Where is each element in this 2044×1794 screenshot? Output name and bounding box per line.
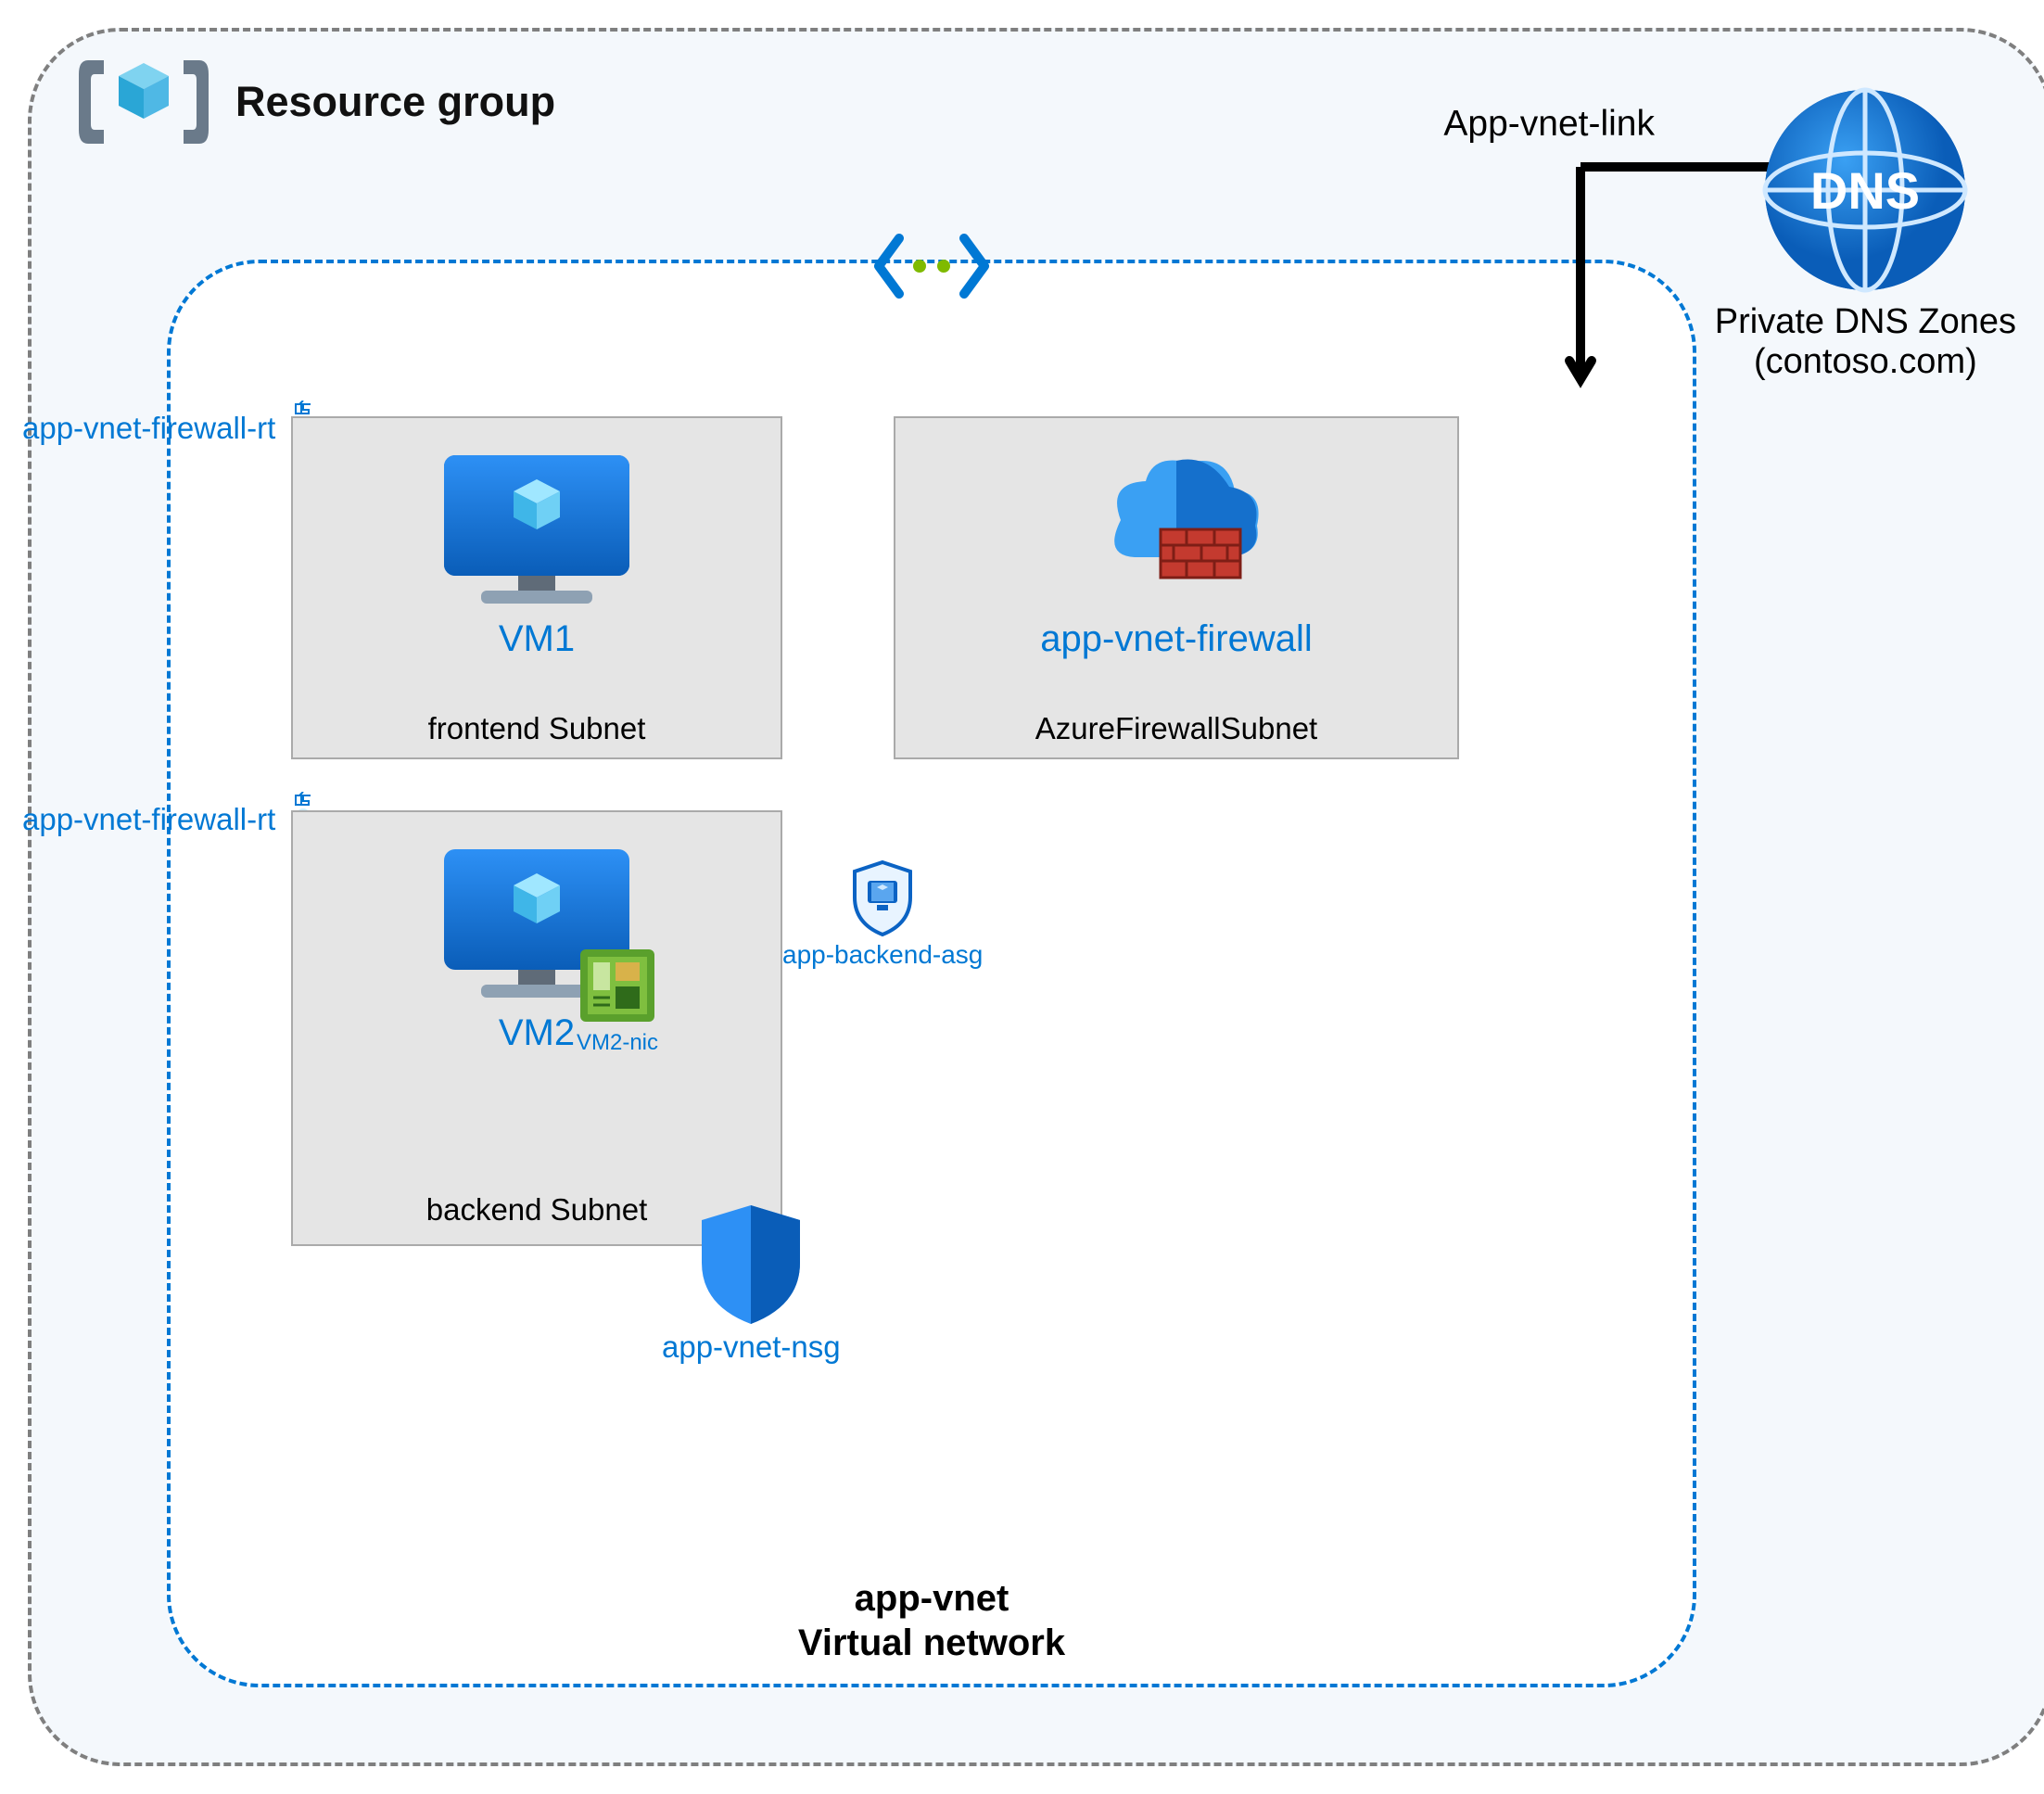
asg: app-backend-asg <box>782 857 983 970</box>
frontend-subnet-name: frontend Subnet <box>293 711 781 746</box>
vm-icon <box>430 601 643 617</box>
asg-label: app-backend-asg <box>782 940 983 970</box>
dns-zone: DNS Private DNS Zones(contoso.com) <box>1715 83 2016 382</box>
firewall-subnet: app-vnet-firewall AzureFirewallSubnet <box>894 416 1459 759</box>
firewall-label: app-vnet-firewall <box>895 618 1457 660</box>
vm1-label: VM1 <box>293 618 781 660</box>
resource-group-title: Resource group <box>235 78 555 126</box>
route-table-backend: app-vnet-firewall-rt <box>22 792 328 847</box>
nsg: app-vnet-nsg <box>662 1200 841 1365</box>
vm2-label: VM2 <box>293 1012 781 1054</box>
route-table-frontend: app-vnet-firewall-rt <box>22 401 328 456</box>
virtual-network-box: app-vnet-firewall-rt app-vnet-firewall-r… <box>167 260 1696 1687</box>
firewall-subnet-name: AzureFirewallSubnet <box>895 711 1457 746</box>
dns-caption: Private DNS Zones(contoso.com) <box>1715 302 2016 382</box>
nsg-label: app-vnet-nsg <box>662 1330 841 1365</box>
nic: VM2-nic <box>571 942 664 1056</box>
route-table-backend-label: app-vnet-firewall-rt <box>22 802 275 837</box>
vnet-icon <box>871 234 992 299</box>
frontend-subnet: VM1 frontend Subnet <box>291 416 782 759</box>
dns-icon: DNS <box>1758 83 1972 297</box>
backend-subnet: VM2-nic VM2 backend Subnet <box>291 810 782 1246</box>
asg-icon <box>845 857 920 940</box>
nsg-icon <box>691 1200 811 1330</box>
firewall-icon <box>1070 601 1283 617</box>
resource-group-icon <box>74 46 213 158</box>
svg-text:DNS: DNS <box>1810 161 1920 220</box>
vnet-caption: app-vnetVirtual network <box>171 1576 1693 1665</box>
route-table-frontend-label: app-vnet-firewall-rt <box>22 411 275 446</box>
nic-label: VM2-nic <box>571 1030 664 1056</box>
